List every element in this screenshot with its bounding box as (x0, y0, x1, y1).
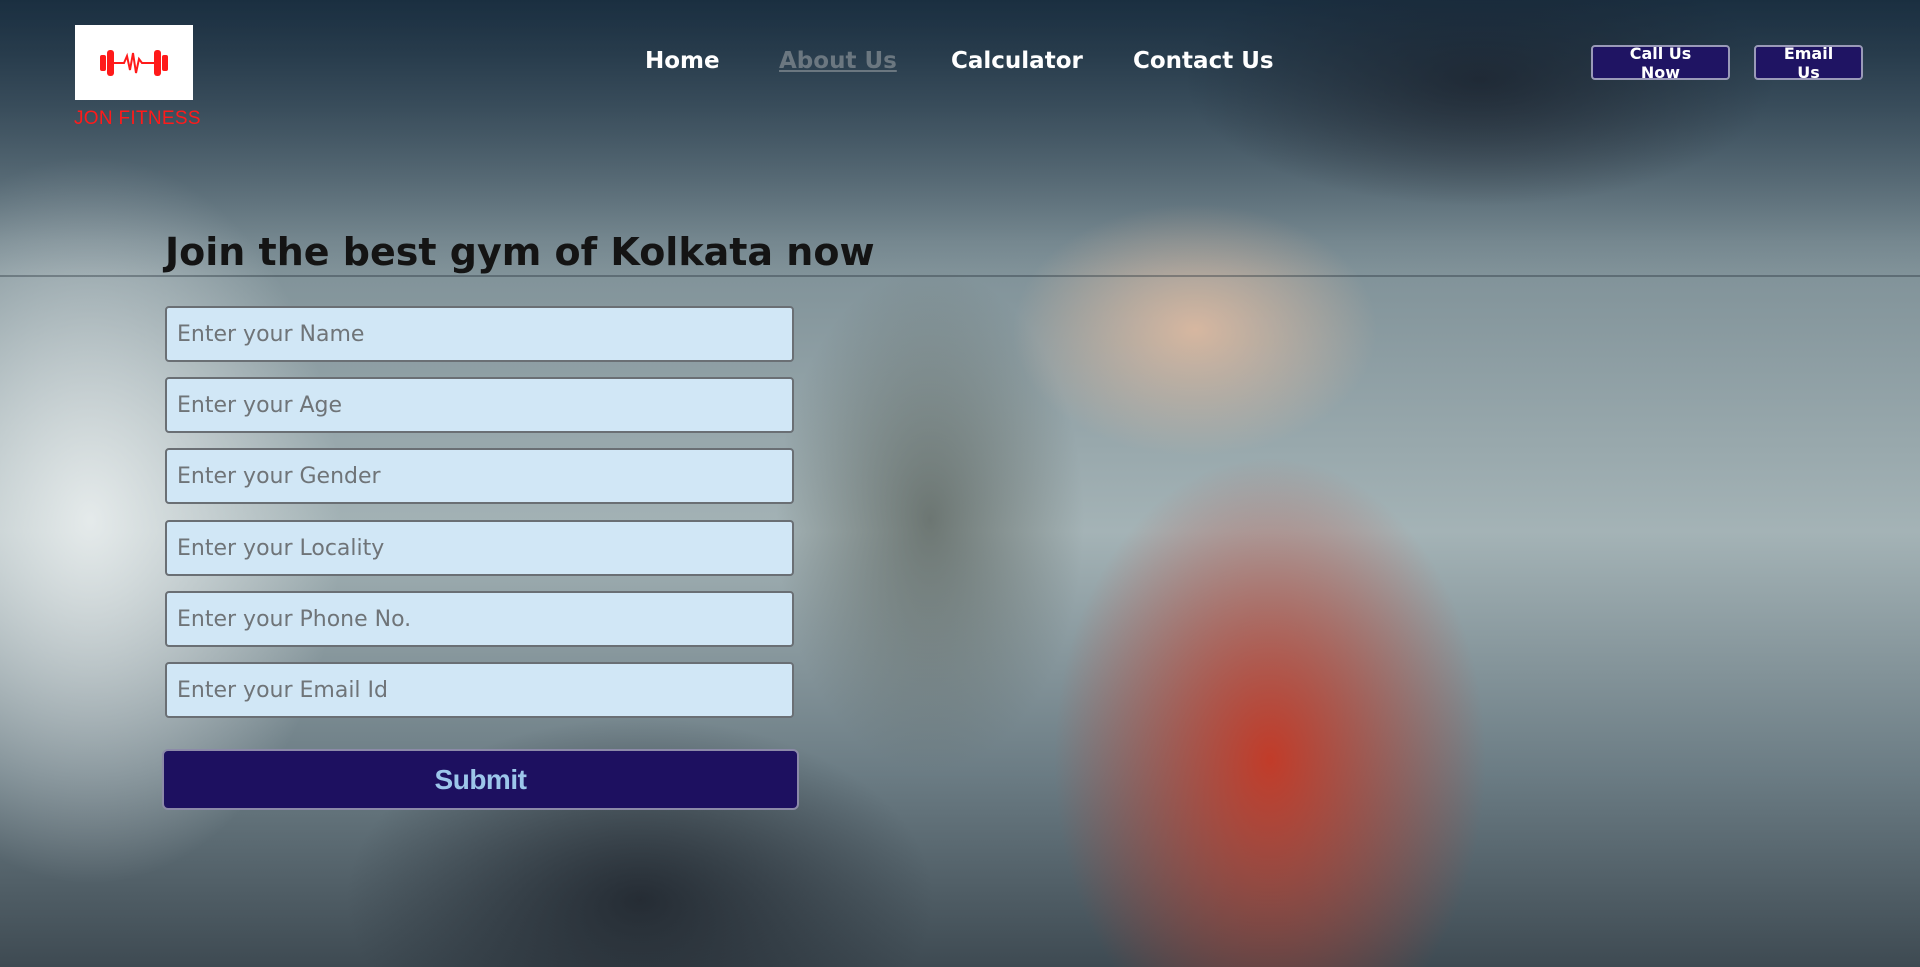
email-us-button[interactable]: Email Us (1754, 44, 1863, 82)
email-input[interactable] (165, 662, 794, 718)
name-input[interactable] (165, 306, 794, 362)
nav-contact-us[interactable]: Contact Us (1133, 48, 1274, 74)
locality-input[interactable] (165, 520, 794, 576)
call-us-now-button[interactable]: Call Us Now (1591, 44, 1730, 82)
nav-calculator[interactable]: Calculator (951, 48, 1083, 74)
gender-input[interactable] (165, 448, 794, 504)
age-input[interactable] (165, 377, 794, 433)
phone-input[interactable] (165, 591, 794, 647)
hero-divider (0, 275, 1920, 277)
logo[interactable] (75, 25, 193, 100)
submit-button[interactable]: Submit (162, 749, 799, 810)
nav-about-us[interactable]: About Us (779, 48, 897, 74)
brand-name: JON FITNESS (74, 108, 201, 129)
dumbbell-heartbeat-icon (100, 49, 168, 76)
nav-home[interactable]: Home (645, 48, 720, 74)
form-title: Join the best gym of Kolkata now (165, 230, 875, 274)
